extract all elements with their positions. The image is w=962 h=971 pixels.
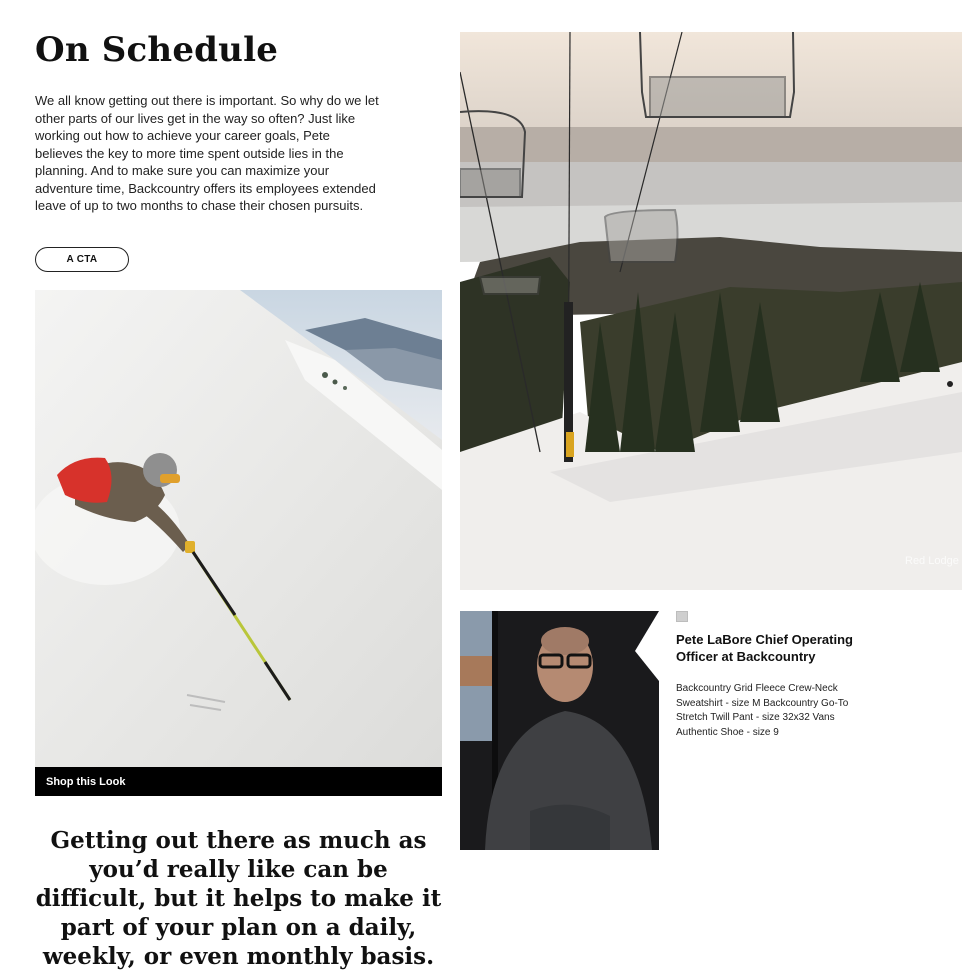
skier-illustration — [35, 290, 442, 768]
portrait-illustration — [460, 611, 659, 850]
chairlift-illustration — [460, 32, 962, 590]
skier-photo — [35, 290, 442, 768]
profile-outfit: Backcountry Grid Fleece Crew-Neck Sweats… — [676, 683, 849, 738]
shop-this-look-bar[interactable]: Shop this Look — [35, 767, 442, 796]
photo-watermark: Red Lodge — [905, 555, 959, 567]
pull-quote: Getting out there as much as you’d reall… — [35, 827, 442, 970]
page-title: On Schedule — [35, 30, 279, 70]
portrait-photo — [460, 611, 659, 850]
chairlift-photo — [460, 32, 962, 590]
profile-name: Pete LaBore Chief Operating Officer at B… — [676, 632, 853, 664]
profile-thumbnail-icon — [676, 611, 688, 622]
cta-button[interactable]: A CTA — [35, 247, 129, 272]
intro-paragraph: We all know getting out there is importa… — [35, 93, 379, 213]
